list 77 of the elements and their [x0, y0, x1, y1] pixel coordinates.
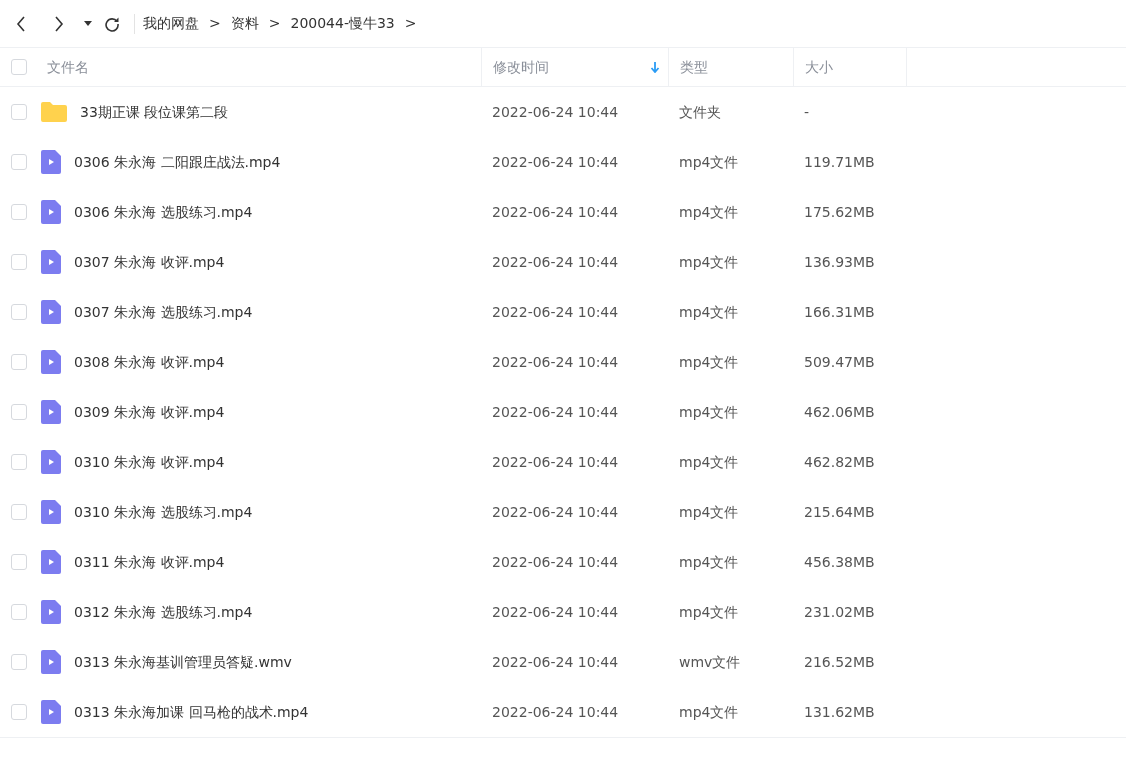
row-checkbox[interactable]: [11, 454, 27, 470]
file-type: mp4文件: [678, 252, 739, 272]
file-type: mp4文件: [678, 502, 739, 522]
breadcrumb-separator: >: [404, 14, 417, 33]
file-name-link[interactable]: 0312 朱永海 选股练习.mp4: [74, 601, 253, 623]
row-checkbox[interactable]: [11, 554, 27, 570]
modified-time: 2022-06-24 10:44: [491, 602, 619, 622]
file-name-link[interactable]: 0309 朱永海 收评.mp4: [74, 401, 225, 423]
modified-time: 2022-06-24 10:44: [491, 102, 619, 122]
file-type: wmv文件: [678, 652, 741, 672]
breadcrumb-link[interactable]: 200044-慢牛33: [290, 13, 395, 34]
row-checkbox[interactable]: [11, 154, 27, 170]
row-checkbox[interactable]: [11, 604, 27, 620]
file-type: mp4文件: [678, 352, 739, 372]
file-name-link[interactable]: 0310 朱永海 选股练习.mp4: [74, 501, 253, 523]
file-name-link[interactable]: 0313 朱永海加课 回马枪的战术.mp4: [74, 701, 309, 723]
file-type: mp4文件: [678, 452, 739, 472]
breadcrumb-separator: >: [268, 14, 281, 33]
modified-time: 2022-06-24 10:44: [491, 152, 619, 172]
file-size: 119.71MB: [803, 152, 875, 172]
file-size: 456.38MB: [803, 552, 875, 572]
breadcrumb-link[interactable]: 资料: [230, 13, 259, 34]
file-name-link[interactable]: 0307 朱永海 选股练习.mp4: [74, 301, 253, 323]
row-checkbox[interactable]: [11, 104, 27, 120]
file-type: mp4文件: [678, 552, 739, 572]
file-name-link[interactable]: 0308 朱永海 收评.mp4: [74, 351, 225, 373]
file-size: 509.47MB: [803, 352, 875, 372]
row-checkbox[interactable]: [11, 404, 27, 420]
file-type: 文件夹: [678, 102, 721, 122]
modified-time: 2022-06-24 10:44: [491, 652, 619, 672]
modified-time: 2022-06-24 10:44: [491, 702, 619, 722]
back-icon: [16, 15, 26, 32]
file-name-link[interactable]: 0306 朱永海 选股练习.mp4: [74, 201, 253, 223]
modified-time: 2022-06-24 10:44: [491, 202, 619, 222]
sort-descending-icon: [650, 61, 660, 73]
row-checkbox[interactable]: [11, 354, 27, 370]
modified-time: 2022-06-24 10:44: [491, 502, 619, 522]
file-size: 215.64MB: [803, 502, 875, 522]
modified-time: 2022-06-24 10:44: [491, 452, 619, 472]
breadcrumb-link[interactable]: 我的网盘: [143, 13, 199, 34]
file-type: mp4文件: [678, 302, 739, 322]
modified-time: 2022-06-24 10:44: [491, 352, 619, 372]
file-type: mp4文件: [678, 702, 739, 722]
caret-icon: [84, 20, 92, 27]
file-type: mp4文件: [678, 202, 739, 222]
file-name-link[interactable]: 0307 朱永海 收评.mp4: [74, 251, 225, 273]
file-type: mp4文件: [678, 402, 739, 422]
modified-time: 2022-06-24 10:44: [491, 252, 619, 272]
file-name-link[interactable]: 0306 朱永海 二阳跟庄战法.mp4: [74, 151, 281, 173]
select-all-checkbox[interactable]: [11, 59, 27, 75]
modified-time: 2022-06-24 10:44: [491, 552, 619, 572]
breadcrumb-separator: >: [209, 14, 221, 33]
file-name-link[interactable]: 0313 朱永海基训管理员答疑.wmv: [74, 651, 292, 673]
row-checkbox[interactable]: [11, 654, 27, 670]
file-size: 175.62MB: [803, 202, 875, 222]
row-checkbox[interactable]: [11, 704, 27, 720]
file-type: mp4文件: [678, 152, 739, 172]
file-size: 166.31MB: [803, 302, 875, 322]
file-size: 462.06MB: [803, 402, 875, 422]
refresh-icon: [104, 15, 120, 32]
forward-icon: [54, 15, 64, 32]
file-name-link[interactable]: 0310 朱永海 收评.mp4: [74, 451, 225, 473]
file-size: 231.02MB: [803, 602, 875, 622]
modified-time: 2022-06-24 10:44: [491, 302, 619, 322]
file-size: 462.82MB: [803, 452, 875, 472]
file-size: 131.62MB: [803, 702, 875, 722]
row-checkbox[interactable]: [11, 254, 27, 270]
file-size: 136.93MB: [803, 252, 875, 272]
modified-time: 2022-06-24 10:44: [491, 402, 619, 422]
row-checkbox[interactable]: [11, 304, 27, 320]
file-type: mp4文件: [678, 602, 739, 622]
file-name-link[interactable]: 33期正课 段位课第二段: [80, 101, 229, 123]
file-size: -: [803, 102, 810, 122]
row-checkbox[interactable]: [11, 504, 27, 520]
row-checkbox[interactable]: [11, 204, 27, 220]
file-size: 216.52MB: [803, 652, 875, 672]
file-name-link[interactable]: 0311 朱永海 收评.mp4: [74, 551, 225, 573]
